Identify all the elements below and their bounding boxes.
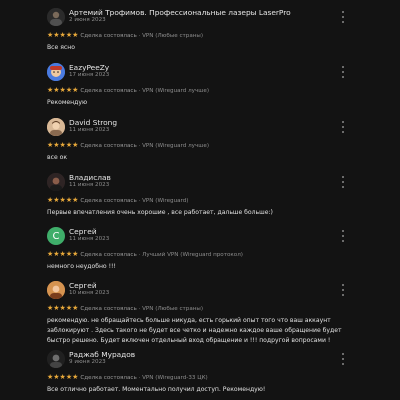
photo-avatar-icon: [47, 281, 65, 299]
rating-stars-icon: ★★★★★: [47, 196, 79, 204]
review-date: 11 июня 2023: [69, 182, 110, 188]
user-avatar[interactable]: [47, 281, 65, 299]
product-name[interactable]: VPN (Wireguard): [142, 198, 188, 204]
deal-status: Сделка состоялась: [80, 88, 137, 94]
author-name[interactable]: Раджаб Мурадов: [69, 350, 135, 359]
author-name[interactable]: David Strong: [69, 118, 117, 127]
product-name[interactable]: Лучший VPN (Wireguard протокол): [142, 252, 243, 258]
rating-stars-icon: ★★★★★: [47, 86, 79, 94]
avatar-letter: С: [52, 230, 60, 242]
review-meta: ★★★★★ Сделка состоялась · VPN (Wireguard …: [47, 86, 210, 94]
product-name[interactable]: VPN (Wireguard лучше): [142, 143, 209, 149]
product-name[interactable]: VPN (Любые страны): [142, 33, 203, 39]
review-date: 17 июня 2023: [69, 72, 110, 78]
review-meta: ★★★★★ Сделка состоялась · VPN (Wireguard …: [47, 141, 210, 149]
review-meta: ★★★★★ Сделка состоялась · Лучший VPN (Wir…: [47, 250, 243, 258]
review-date: 11 июня 2023: [69, 127, 110, 133]
review-text: Рекомендую: [47, 99, 88, 106]
author-name[interactable]: Владислав: [69, 173, 111, 182]
rating-stars-icon: ★★★★★: [47, 31, 79, 39]
more-options-icon[interactable]: [341, 66, 344, 78]
review-text: немного неудобно !!!: [47, 263, 116, 270]
author-name[interactable]: Сергей: [69, 227, 97, 236]
rating-stars-icon: ★★★★★: [47, 304, 79, 312]
product-name[interactable]: VPN (Любые страны): [142, 306, 203, 312]
user-avatar[interactable]: [47, 118, 65, 136]
review-text: Все отлично работает. Моментально получи…: [47, 386, 266, 393]
product-name[interactable]: VPN (Wireguard-33 ЦК): [142, 375, 208, 381]
deal-status: Сделка состоялась: [80, 306, 137, 312]
review-text: Первые впечатления очень хорошие , все р…: [47, 209, 273, 216]
review-meta: ★★★★★ Сделка состоялась · VPN (Wireguard-…: [47, 373, 208, 381]
more-options-icon[interactable]: [341, 284, 344, 296]
photo-avatar-icon: [47, 350, 65, 368]
photo-avatar-icon: [47, 118, 65, 136]
rating-stars-icon: ★★★★★: [47, 141, 79, 149]
cartoon-avatar-icon: [47, 63, 65, 81]
author-name[interactable]: EazyPeeZy: [69, 63, 109, 72]
author-name[interactable]: Артемий Трофимов. Профессиональные лазер…: [69, 8, 291, 17]
more-options-icon[interactable]: [341, 353, 344, 365]
photo-avatar-icon: [47, 8, 65, 26]
deal-status: Сделка состоялась: [80, 375, 137, 381]
user-avatar[interactable]: [47, 350, 65, 368]
photo-avatar-icon: [47, 173, 65, 191]
review-date: 10 июня 2023: [69, 290, 110, 296]
deal-status: Сделка состоялась: [80, 143, 137, 149]
product-name[interactable]: VPN (Wireguard лучше): [142, 88, 209, 94]
review-date: 2 июня 2023: [69, 17, 106, 23]
user-avatar[interactable]: [47, 173, 65, 191]
more-options-icon[interactable]: [341, 11, 344, 23]
review-date: 11 июня 2023: [69, 236, 110, 242]
user-avatar[interactable]: [47, 8, 65, 26]
more-options-icon[interactable]: [341, 176, 344, 188]
more-options-icon[interactable]: [341, 121, 344, 133]
review-meta: ★★★★★ Сделка состоялась · VPN (Wireguard): [47, 196, 189, 204]
review-text: Все ясно: [47, 44, 75, 51]
deal-status: Сделка состоялась: [80, 252, 137, 258]
user-avatar[interactable]: [47, 63, 65, 81]
rating-stars-icon: ★★★★★: [47, 373, 79, 381]
more-options-icon[interactable]: [341, 230, 344, 242]
author-name[interactable]: Сергей: [69, 281, 97, 290]
review-date: 9 июня 2023: [69, 359, 106, 365]
user-avatar[interactable]: С: [47, 227, 65, 245]
review-meta: ★★★★★ Сделка состоялась · VPN (Любые стра…: [47, 304, 204, 312]
review-text: все ок: [47, 154, 68, 161]
deal-status: Сделка состоялась: [80, 198, 137, 204]
deal-status: Сделка состоялась: [80, 33, 137, 39]
reviews-screen: Артемий Трофимов. Профессиональные лазер…: [0, 0, 400, 400]
rating-stars-icon: ★★★★★: [47, 250, 79, 258]
review-meta: ★★★★★ Сделка состоялась · VPN (Любые стра…: [47, 31, 204, 39]
review-text: рекомендую. не обращайтесь больше никуда…: [47, 317, 342, 344]
